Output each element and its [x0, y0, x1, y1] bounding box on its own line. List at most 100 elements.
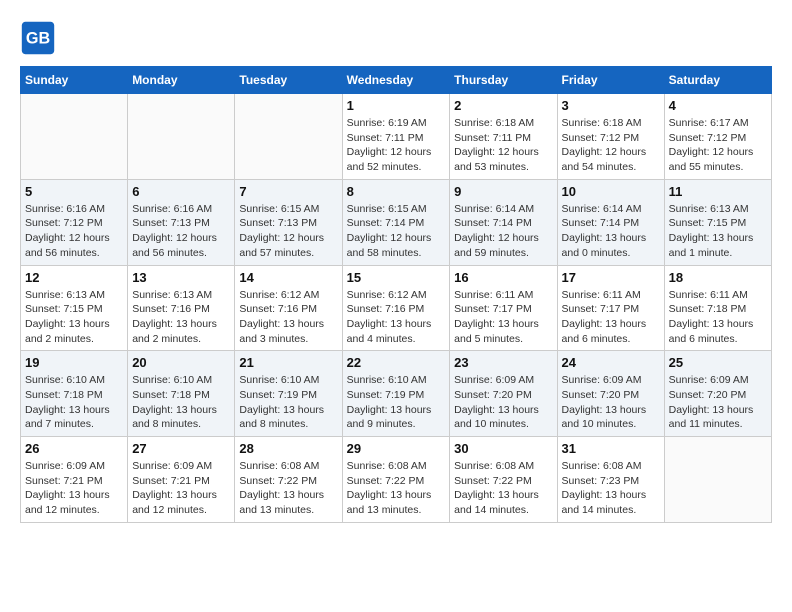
calendar-day-21: 21 Sunrise: 6:10 AM Sunset: 7:19 PM Dayli… — [235, 351, 342, 437]
calendar-day-14: 14 Sunrise: 6:12 AM Sunset: 7:16 PM Dayli… — [235, 265, 342, 351]
day-number: 23 — [454, 355, 552, 370]
day-number: 28 — [239, 441, 337, 456]
day-number: 9 — [454, 184, 552, 199]
day-number: 13 — [132, 270, 230, 285]
day-info: Sunrise: 6:13 AM Sunset: 7:15 PM Dayligh… — [669, 202, 767, 261]
weekday-header-monday: Monday — [128, 67, 235, 94]
calendar-day-20: 20Sunrise: 6:10 AM Sunset: 7:18 PM Dayli… — [128, 351, 235, 437]
day-info: Sunrise: 6:13 AM Sunset: 7:15 PM Dayligh… — [25, 288, 123, 347]
day-number: 2 — [454, 98, 552, 113]
day-info: Sunrise: 6:09 AM Sunset: 7:21 PM Dayligh… — [25, 459, 123, 518]
day-info: Sunrise: 6:10 AM Sunset: 7:19 PM Dayligh… — [239, 373, 337, 432]
day-number: 27 — [132, 441, 230, 456]
day-number: 22 — [347, 355, 446, 370]
day-info: Sunrise: 6:14 AM Sunset: 7:14 PM Dayligh… — [454, 202, 552, 261]
calendar-day-9: 9 Sunrise: 6:14 AM Sunset: 7:14 PM Daylig… — [450, 179, 557, 265]
day-info: Sunrise: 6:15 AM Sunset: 7:13 PM Dayligh… — [239, 202, 337, 261]
calendar-week-2: 5 Sunrise: 6:16 AM Sunset: 7:12 PM Daylig… — [21, 179, 772, 265]
calendar-day-13: 13 Sunrise: 6:13 AM Sunset: 7:16 PM Dayli… — [128, 265, 235, 351]
day-info: Sunrise: 6:10 AM Sunset: 7:18 PM Dayligh… — [25, 373, 123, 432]
weekday-header-sunday: Sunday — [21, 67, 128, 94]
calendar-day-6: 6Sunrise: 6:16 AM Sunset: 7:13 PM Daylig… — [128, 179, 235, 265]
weekday-header-tuesday: Tuesday — [235, 67, 342, 94]
calendar-day-19: 19 Sunrise: 6:10 AM Sunset: 7:18 PM Dayli… — [21, 351, 128, 437]
day-number: 15 — [347, 270, 446, 285]
weekday-header-friday: Friday — [557, 67, 664, 94]
day-info: Sunrise: 6:13 AM Sunset: 7:16 PM Dayligh… — [132, 288, 230, 347]
calendar-day-30: 30 Sunrise: 6:08 AM Sunset: 7:22 PM Dayli… — [450, 437, 557, 523]
calendar-day-5: 5 Sunrise: 6:16 AM Sunset: 7:12 PM Daylig… — [21, 179, 128, 265]
calendar-week-3: 12 Sunrise: 6:13 AM Sunset: 7:15 PM Dayli… — [21, 265, 772, 351]
calendar-day-1: 1 Sunrise: 6:19 AM Sunset: 7:11 PM Daylig… — [342, 94, 450, 180]
day-number: 20 — [132, 355, 230, 370]
calendar-day-7: 7 Sunrise: 6:15 AM Sunset: 7:13 PM Daylig… — [235, 179, 342, 265]
day-number: 7 — [239, 184, 337, 199]
calendar-day-10: 10Sunrise: 6:14 AM Sunset: 7:14 PM Dayli… — [557, 179, 664, 265]
day-info: Sunrise: 6:08 AM Sunset: 7:22 PM Dayligh… — [239, 459, 337, 518]
day-number: 21 — [239, 355, 337, 370]
day-number: 17 — [562, 270, 660, 285]
calendar-day-3: 3 Sunrise: 6:18 AM Sunset: 7:12 PM Daylig… — [557, 94, 664, 180]
calendar-day-24: 24 Sunrise: 6:09 AM Sunset: 7:20 PM Dayli… — [557, 351, 664, 437]
day-number: 14 — [239, 270, 337, 285]
calendar-empty — [235, 94, 342, 180]
day-number: 5 — [25, 184, 123, 199]
day-info: Sunrise: 6:18 AM Sunset: 7:12 PM Dayligh… — [562, 116, 660, 175]
day-number: 18 — [669, 270, 767, 285]
logo: GB — [20, 20, 60, 56]
day-number: 24 — [562, 355, 660, 370]
day-number: 11 — [669, 184, 767, 199]
day-info: Sunrise: 6:09 AM Sunset: 7:20 PM Dayligh… — [454, 373, 552, 432]
day-number: 31 — [562, 441, 660, 456]
svg-text:GB: GB — [26, 29, 50, 47]
day-info: Sunrise: 6:12 AM Sunset: 7:16 PM Dayligh… — [239, 288, 337, 347]
calendar-day-4: 4 Sunrise: 6:17 AM Sunset: 7:12 PM Daylig… — [664, 94, 771, 180]
day-info: Sunrise: 6:11 AM Sunset: 7:17 PM Dayligh… — [562, 288, 660, 347]
calendar-table: SundayMondayTuesdayWednesdayThursdayFrid… — [20, 66, 772, 523]
day-number: 12 — [25, 270, 123, 285]
calendar-header-row: SundayMondayTuesdayWednesdayThursdayFrid… — [21, 67, 772, 94]
calendar-day-23: 23 Sunrise: 6:09 AM Sunset: 7:20 PM Dayli… — [450, 351, 557, 437]
calendar-day-18: 18Sunrise: 6:11 AM Sunset: 7:18 PM Dayli… — [664, 265, 771, 351]
day-info: Sunrise: 6:16 AM Sunset: 7:12 PM Dayligh… — [25, 202, 123, 261]
calendar-day-16: 16 Sunrise: 6:11 AM Sunset: 7:17 PM Dayli… — [450, 265, 557, 351]
day-number: 3 — [562, 98, 660, 113]
day-number: 6 — [132, 184, 230, 199]
calendar-week-4: 19 Sunrise: 6:10 AM Sunset: 7:18 PM Dayli… — [21, 351, 772, 437]
calendar-day-26: 26 Sunrise: 6:09 AM Sunset: 7:21 PM Dayli… — [21, 437, 128, 523]
day-number: 30 — [454, 441, 552, 456]
day-number: 4 — [669, 98, 767, 113]
calendar-day-28: 28 Sunrise: 6:08 AM Sunset: 7:22 PM Dayli… — [235, 437, 342, 523]
day-info: Sunrise: 6:19 AM Sunset: 7:11 PM Dayligh… — [347, 116, 446, 175]
weekday-header-saturday: Saturday — [664, 67, 771, 94]
calendar-day-15: 15Sunrise: 6:12 AM Sunset: 7:16 PM Dayli… — [342, 265, 450, 351]
day-info: Sunrise: 6:11 AM Sunset: 7:17 PM Dayligh… — [454, 288, 552, 347]
day-info: Sunrise: 6:15 AM Sunset: 7:14 PM Dayligh… — [347, 202, 446, 261]
day-number: 16 — [454, 270, 552, 285]
calendar-empty — [128, 94, 235, 180]
weekday-header-thursday: Thursday — [450, 67, 557, 94]
day-number: 19 — [25, 355, 123, 370]
weekday-header-wednesday: Wednesday — [342, 67, 450, 94]
day-info: Sunrise: 6:17 AM Sunset: 7:12 PM Dayligh… — [669, 116, 767, 175]
calendar-day-11: 11 Sunrise: 6:13 AM Sunset: 7:15 PM Dayli… — [664, 179, 771, 265]
day-number: 8 — [347, 184, 446, 199]
day-number: 1 — [347, 98, 446, 113]
calendar-day-31: 31 Sunrise: 6:08 AM Sunset: 7:23 PM Dayli… — [557, 437, 664, 523]
calendar-day-27: 27 Sunrise: 6:09 AM Sunset: 7:21 PM Dayli… — [128, 437, 235, 523]
calendar-day-8: 8 Sunrise: 6:15 AM Sunset: 7:14 PM Daylig… — [342, 179, 450, 265]
day-info: Sunrise: 6:08 AM Sunset: 7:22 PM Dayligh… — [454, 459, 552, 518]
logo-icon: GB — [20, 20, 56, 56]
day-info: Sunrise: 6:09 AM Sunset: 7:20 PM Dayligh… — [669, 373, 767, 432]
day-number: 26 — [25, 441, 123, 456]
day-info: Sunrise: 6:09 AM Sunset: 7:20 PM Dayligh… — [562, 373, 660, 432]
calendar-day-12: 12 Sunrise: 6:13 AM Sunset: 7:15 PM Dayli… — [21, 265, 128, 351]
day-info: Sunrise: 6:14 AM Sunset: 7:14 PM Dayligh… — [562, 202, 660, 261]
calendar-day-2: 2Sunrise: 6:18 AM Sunset: 7:11 PM Daylig… — [450, 94, 557, 180]
day-info: Sunrise: 6:10 AM Sunset: 7:19 PM Dayligh… — [347, 373, 446, 432]
calendar-empty — [664, 437, 771, 523]
day-number: 29 — [347, 441, 446, 456]
calendar-week-5: 26 Sunrise: 6:09 AM Sunset: 7:21 PM Dayli… — [21, 437, 772, 523]
day-info: Sunrise: 6:08 AM Sunset: 7:23 PM Dayligh… — [562, 459, 660, 518]
day-info: Sunrise: 6:09 AM Sunset: 7:21 PM Dayligh… — [132, 459, 230, 518]
